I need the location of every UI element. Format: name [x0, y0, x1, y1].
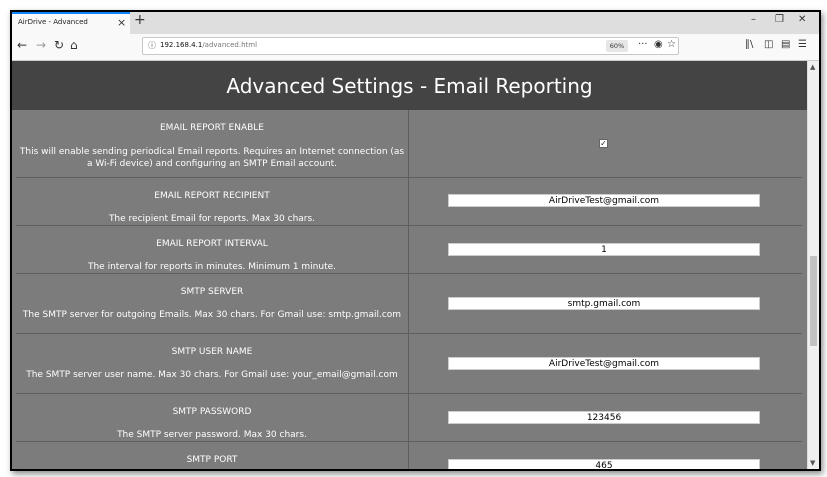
setting-row-email-report-enable: EMAIL REPORT ENABLE This will enable sen…: [16, 110, 802, 178]
address-bar[interactable]: ⓘ 192.168.4.1/advanced.html 60% ··· ◉ ☆: [142, 37, 679, 55]
setting-row-smtp-user-name: SMTP USER NAME The SMTP server user name…: [16, 334, 802, 394]
setting-row-smtp-server: SMTP SERVER The SMTP server for outgoing…: [16, 274, 802, 334]
setting-description: The interval for reports in minutes. Min…: [87, 262, 337, 272]
tab-close-icon[interactable]: ×: [117, 16, 126, 29]
smtp-port-input[interactable]: 465: [448, 459, 760, 469]
setting-label: SMTP PORT: [186, 455, 238, 465]
setting-label-cell: EMAIL REPORT ENABLE This will enable sen…: [16, 110, 409, 177]
scroll-down-icon[interactable]: ▼: [810, 459, 815, 467]
home-icon[interactable]: ⌂: [70, 38, 78, 52]
menu-icon[interactable]: ☰: [798, 39, 807, 50]
setting-description: The recipient Email for reports. Max 30 …: [108, 214, 316, 224]
smtp-server-input[interactable]: smtp.gmail.com: [448, 297, 760, 310]
setting-label: SMTP SERVER: [180, 287, 244, 297]
url-text: 192.168.4.1/advanced.html: [160, 41, 257, 49]
bookmark-star-icon[interactable]: ☆: [667, 39, 676, 50]
smtp-password-input[interactable]: 123456: [448, 411, 760, 424]
close-window-icon[interactable]: ✕: [798, 14, 806, 25]
restore-icon[interactable]: ❐: [775, 14, 784, 25]
scroll-thumb[interactable]: [810, 256, 817, 346]
back-icon[interactable]: ←: [17, 38, 27, 52]
url-path: /advanced.html: [202, 41, 258, 49]
library-icon[interactable]: ∥\: [745, 39, 753, 50]
minimize-icon[interactable]: –: [751, 14, 756, 25]
setting-description: This will enable sending periodical Emai…: [19, 147, 405, 169]
setting-description: The SMTP server user name. Max 30 chars.…: [26, 370, 398, 380]
setting-label-cell: SMTP PORT: [16, 442, 409, 469]
setting-description: The SMTP server password. Max 30 chars.: [117, 430, 307, 440]
new-tab-icon[interactable]: +: [134, 12, 146, 28]
email-report-interval-input[interactable]: 1: [448, 243, 760, 256]
setting-label: EMAIL REPORT INTERVAL: [156, 239, 268, 249]
vertical-scrollbar[interactable]: ▲ ▼: [807, 61, 819, 469]
pocket-icon[interactable]: ◉: [654, 39, 663, 50]
forward-icon[interactable]: →: [36, 38, 46, 52]
setting-label-cell: SMTP SERVER The SMTP server for outgoing…: [16, 274, 409, 333]
page-title: Advanced Settings - Email Reporting: [226, 74, 593, 98]
setting-label: EMAIL REPORT ENABLE: [160, 123, 264, 133]
setting-label: EMAIL REPORT RECIPIENT: [154, 191, 270, 201]
setting-row-email-report-recipient: EMAIL REPORT RECIPIENT The recipient Ema…: [16, 178, 802, 226]
tab-airdrive-advanced[interactable]: AirDrive - Advanced ×: [12, 12, 130, 34]
setting-description: The SMTP server for outgoing Emails. Max…: [22, 310, 402, 320]
info-icon[interactable]: ⓘ: [148, 40, 156, 51]
scroll-up-icon[interactable]: ▲: [810, 63, 815, 71]
browser-window: AirDrive - Advanced × + – ❐ ✕ ← → ↻ ⌂ ⓘ …: [10, 10, 821, 471]
setting-label: SMTP PASSWORD: [172, 407, 252, 417]
page-header: Advanced Settings - Email Reporting: [12, 61, 807, 110]
setting-label: SMTP USER NAME: [171, 347, 253, 357]
smtp-user-name-input[interactable]: AirDriveTest@gmail.com: [448, 357, 760, 370]
setting-label-cell: EMAIL REPORT RECIPIENT The recipient Ema…: [16, 178, 409, 225]
zoom-level-badge[interactable]: 60%: [606, 40, 628, 52]
setting-row-smtp-port: SMTP PORT 465: [16, 442, 802, 469]
navigation-bar: ← → ↻ ⌂ ⓘ 192.168.4.1/advanced.html 60% …: [12, 34, 819, 61]
sidebar-icon[interactable]: ◫: [764, 39, 773, 50]
page-content: Advanced Settings - Email Reporting EMAI…: [12, 61, 807, 469]
reload-icon[interactable]: ↻: [54, 38, 64, 52]
email-report-enable-checkbox[interactable]: ✓: [599, 139, 608, 148]
tab-strip: AirDrive - Advanced × + – ❐ ✕: [12, 12, 819, 34]
setting-label-cell: SMTP PASSWORD The SMTP server password. …: [16, 394, 409, 441]
setting-label-cell: SMTP USER NAME The SMTP server user name…: [16, 334, 409, 393]
reader-view-icon[interactable]: ▤: [781, 39, 790, 50]
url-host: 192.168.4.1: [160, 41, 203, 49]
setting-row-email-report-interval: EMAIL REPORT INTERVAL The interval for r…: [16, 226, 802, 274]
email-report-recipient-input[interactable]: AirDriveTest@gmail.com: [448, 194, 760, 207]
setting-row-smtp-password: SMTP PASSWORD The SMTP server password. …: [16, 394, 802, 442]
setting-label-cell: EMAIL REPORT INTERVAL The interval for r…: [16, 226, 409, 273]
tab-title: AirDrive - Advanced: [18, 18, 88, 26]
page-actions-icon[interactable]: ···: [638, 39, 648, 50]
